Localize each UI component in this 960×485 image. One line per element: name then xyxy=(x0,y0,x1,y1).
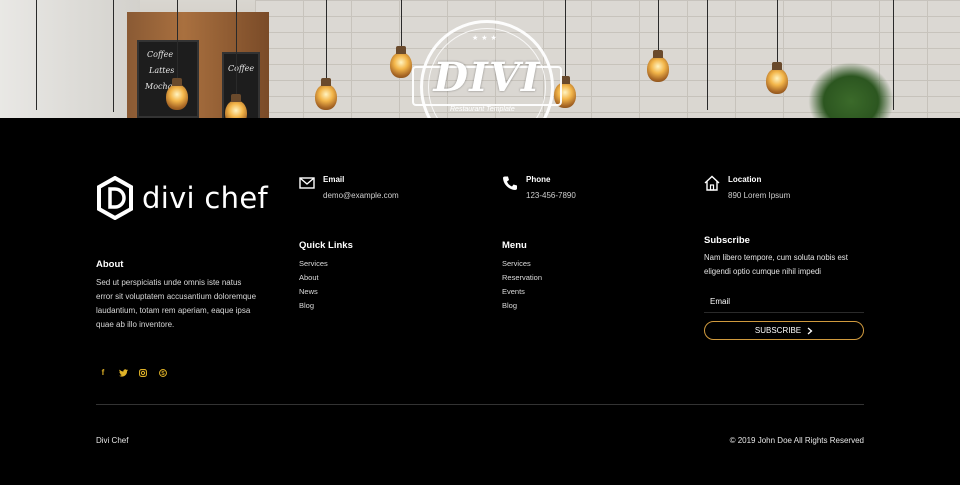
hero-plant xyxy=(808,62,894,118)
social-links: f S xyxy=(98,367,168,378)
footer-brand-logo[interactable]: divi chef xyxy=(96,176,268,220)
svg-text:S: S xyxy=(161,370,165,376)
subscribe-title: Subscribe xyxy=(704,235,750,246)
twitter-icon[interactable] xyxy=(118,367,128,378)
menu-link-services[interactable]: Services xyxy=(502,257,542,271)
menu-link-reservation[interactable]: Reservation xyxy=(502,271,542,285)
phone-icon xyxy=(503,176,517,190)
hero-logo-badge: ★★★ DIVI Restaurant Template xyxy=(412,20,562,118)
quick-link-services[interactable]: Services xyxy=(299,257,328,271)
menu-list: Services Reservation Events Blog xyxy=(502,257,542,313)
facebook-icon[interactable]: f xyxy=(98,367,108,378)
instagram-icon[interactable] xyxy=(138,367,148,378)
phone-value[interactable]: 123-456-7890 xyxy=(526,191,576,200)
contact-location: Location 890 Lorem Ipsum xyxy=(704,175,790,200)
subscribe-button-label: SUBSCRIBE xyxy=(754,326,802,335)
subscribe-text: Nam libero tempore, cum soluta nobis est… xyxy=(704,253,848,276)
hero-window xyxy=(0,0,140,118)
phone-label: Phone xyxy=(526,175,551,184)
quick-links-list: Services About News Blog xyxy=(299,257,328,313)
menu-title: Menu xyxy=(502,240,527,251)
quick-link-news[interactable]: News xyxy=(299,285,328,299)
menu-link-events[interactable]: Events xyxy=(502,285,542,299)
home-icon xyxy=(704,175,720,191)
brand-name: divi chef xyxy=(142,181,268,215)
subscribe-button[interactable]: SUBSCRIBE xyxy=(704,321,864,340)
about-text: Sed ut perspiciatis unde omnis iste natu… xyxy=(96,278,257,329)
footer-divider xyxy=(96,404,864,405)
menu-link-blog[interactable]: Blog xyxy=(502,299,542,313)
email-label: Email xyxy=(323,175,345,184)
divi-logo-icon xyxy=(97,176,133,220)
hero-logo-subtitle: Restaurant Template xyxy=(450,106,515,113)
email-value[interactable]: demo@example.com xyxy=(323,191,399,200)
envelope-icon xyxy=(299,177,315,189)
hero-image: Coffee Lattes Mocha Coffee ★★★ DIVI Rest… xyxy=(0,0,960,118)
subscribe-email-input[interactable] xyxy=(704,291,864,313)
footer-copyright: © 2019 John Doe All Rights Reserved xyxy=(729,436,864,445)
skype-icon[interactable]: S xyxy=(158,367,168,378)
quick-link-blog[interactable]: Blog xyxy=(299,299,328,313)
chevron-right-icon xyxy=(807,327,813,334)
quick-links-title: Quick Links xyxy=(299,240,353,251)
location-value: 890 Lorem Ipsum xyxy=(728,191,791,200)
location-label: Location xyxy=(728,175,762,184)
footer-site-name: Divi Chef xyxy=(96,436,129,445)
contact-email: Email demo@example.com xyxy=(299,175,399,200)
quick-link-about[interactable]: About xyxy=(299,271,328,285)
hero-logo-text: DIVI xyxy=(433,54,541,101)
about-title: About xyxy=(96,259,124,270)
contact-phone: Phone 123-456-7890 xyxy=(502,175,576,200)
